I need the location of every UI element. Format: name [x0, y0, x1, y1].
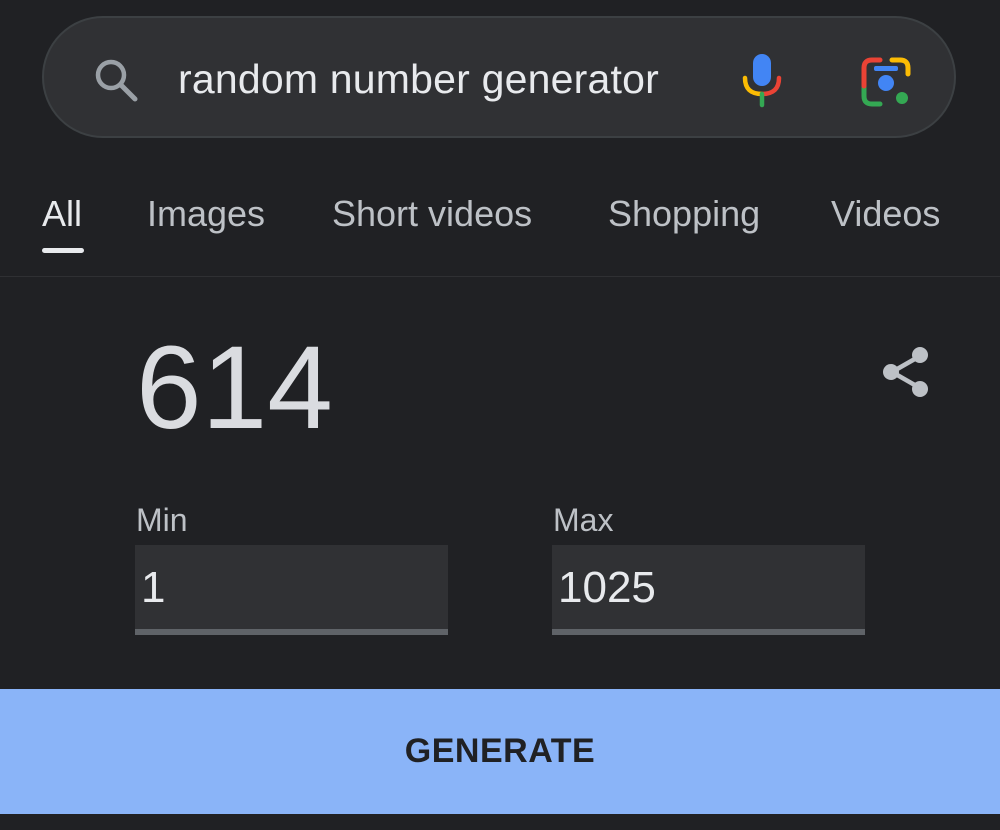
mic-icon[interactable] — [738, 52, 786, 108]
generate-button-label: GENERATE — [404, 732, 596, 770]
tab-videos[interactable]: Videos — [831, 192, 940, 236]
tab-all[interactable]: All — [42, 192, 82, 236]
search-bar[interactable]: random number generator — [42, 16, 956, 138]
max-label: Max — [553, 502, 614, 538]
min-value[interactable]: 1 — [141, 563, 165, 613]
search-tabs: All Images Short videos Shopping Videos — [0, 180, 1000, 277]
google-lens-icon[interactable] — [860, 56, 912, 108]
search-icon[interactable] — [92, 56, 140, 104]
generated-number: 614 — [136, 322, 333, 454]
tab-shopping[interactable]: Shopping — [608, 192, 760, 236]
tab-images[interactable]: Images — [147, 192, 265, 236]
search-results-page: random number generator All Images Short… — [0, 0, 1000, 830]
tab-short-videos[interactable]: Short videos — [332, 192, 532, 236]
max-value[interactable]: 1025 — [558, 563, 656, 613]
active-tab-indicator — [42, 248, 84, 253]
search-input[interactable]: random number generator — [178, 54, 659, 104]
bottom-divider — [0, 814, 1000, 830]
min-field[interactable]: 1 — [135, 545, 448, 635]
max-field[interactable]: 1025 — [552, 545, 865, 635]
generate-button[interactable]: GENERATE — [0, 689, 1000, 814]
share-icon[interactable] — [878, 344, 934, 400]
min-label: Min — [136, 502, 188, 538]
